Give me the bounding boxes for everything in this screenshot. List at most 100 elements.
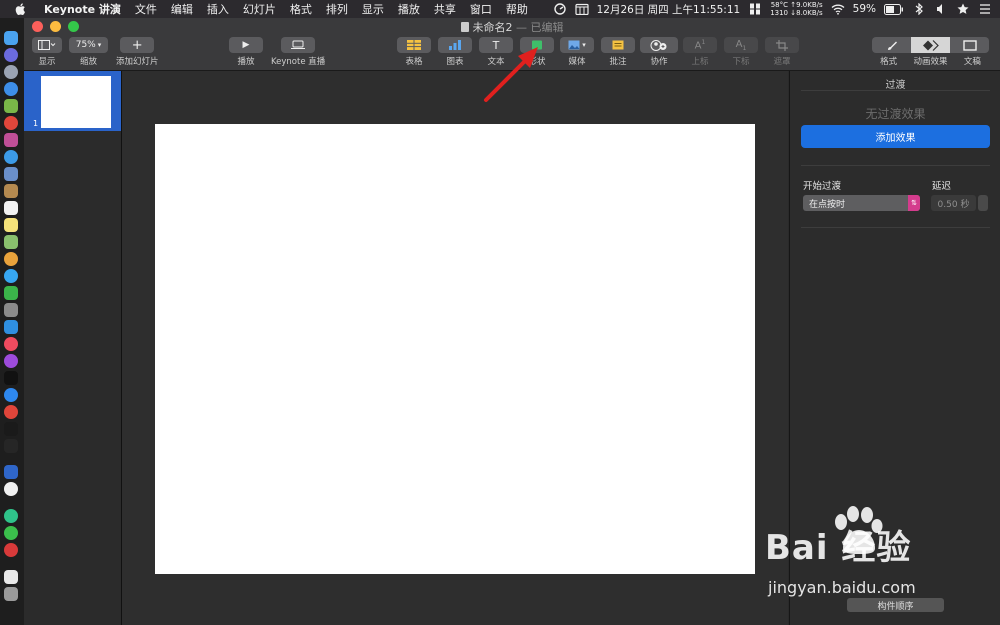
dock-app-chrome[interactable] (4, 116, 18, 130)
zoom-tool[interactable]: 75% ▾ 缩放 (69, 37, 108, 67)
dock-app-vpn[interactable] (4, 465, 18, 479)
dock-app-launchpad[interactable] (4, 65, 18, 79)
dock-app-podcasts[interactable] (4, 354, 18, 368)
volume-icon[interactable] (934, 3, 948, 15)
dock-app-keynote[interactable] (4, 320, 18, 334)
delay-field[interactable]: 0.50 秒 (931, 195, 976, 211)
menu-insert[interactable]: 插入 (207, 1, 229, 17)
collaborate-button[interactable] (640, 37, 678, 53)
start-transition-select[interactable]: 在点按时 ⇅ (803, 195, 920, 211)
apple-logo-icon[interactable] (14, 2, 28, 16)
menu-format[interactable]: 格式 (290, 1, 312, 17)
dock-app-music[interactable] (4, 337, 18, 351)
dock-app-terminal[interactable] (4, 422, 18, 436)
slide-canvas (122, 71, 788, 625)
dock-app-maps[interactable] (4, 235, 18, 249)
dock-app-notes[interactable] (4, 218, 18, 232)
battery-icon[interactable] (884, 3, 904, 15)
media-label: 媒体 (568, 57, 586, 67)
dock-app-qqmusic[interactable] (4, 509, 18, 523)
document-name: 未命名2 (472, 21, 513, 34)
add-effect-button[interactable]: 添加效果 (801, 125, 990, 148)
clock-datetime[interactable]: 12月26日 周四 上午11:55:11 (597, 2, 741, 17)
menu-view[interactable]: 显示 (362, 1, 384, 17)
zoom-select[interactable]: 75% ▾ (69, 37, 108, 53)
dock-app-wechat[interactable] (4, 526, 18, 540)
chart-button[interactable] (438, 37, 472, 53)
dock-app-notes-brown[interactable] (4, 184, 18, 198)
table-button[interactable] (397, 37, 431, 53)
menu-edit[interactable]: 编辑 (171, 1, 193, 17)
grid-icon[interactable] (748, 3, 762, 15)
media-button[interactable]: ▾ (560, 37, 594, 53)
calendar-icon[interactable] (575, 3, 589, 15)
dock-app-finder[interactable] (4, 31, 18, 45)
menu-play[interactable]: 播放 (398, 1, 420, 17)
dock-app-photos[interactable] (4, 252, 18, 266)
dock-app-preview[interactable] (4, 167, 18, 181)
menu-app-name[interactable]: Keynote 讲演 (44, 1, 121, 17)
dock-app-document[interactable] (4, 570, 18, 584)
tab-animate[interactable] (911, 37, 950, 53)
dock-app-activity[interactable] (4, 439, 18, 453)
mask-button[interactable] (765, 37, 799, 53)
dock-app-android[interactable] (4, 99, 18, 113)
menu-arrange[interactable]: 排列 (326, 1, 348, 17)
bluetooth-icon[interactable] (912, 3, 926, 15)
dock-app-messages[interactable] (4, 269, 18, 283)
dock-app-safari[interactable] (4, 82, 18, 96)
menu-share[interactable]: 共享 (434, 1, 456, 17)
comment-tool[interactable]: 批注 (601, 37, 635, 67)
live-tool[interactable]: Keynote 直播 (271, 37, 325, 67)
battery-percent[interactable]: 59% (853, 3, 876, 15)
slide-thumbnail-selected[interactable]: 1 (24, 71, 121, 131)
menu-help[interactable]: 帮助 (506, 1, 528, 17)
dock-app-appstore[interactable] (4, 388, 18, 402)
superscript-tool[interactable]: A1 上标 (683, 37, 717, 67)
subscript-button[interactable]: A1 (724, 37, 758, 53)
system-stats[interactable]: 58°C ↑9.0KB/s 1310 ↓8.0KB/s (770, 1, 822, 17)
star-icon[interactable] (956, 3, 970, 15)
paintbrush-icon (887, 41, 897, 50)
table-label: 表格 (405, 57, 423, 67)
chart-tool[interactable]: 图表 (438, 37, 472, 67)
wifi-icon[interactable] (831, 3, 845, 15)
menu-slide[interactable]: 幻灯片 (243, 1, 276, 17)
dock-app-vivaldi[interactable] (4, 405, 18, 419)
dock-app-facetime[interactable] (4, 286, 18, 300)
menu-window[interactable]: 窗口 (470, 1, 492, 17)
tab-format[interactable] (872, 37, 911, 53)
dock-app-disk[interactable] (4, 133, 18, 147)
play-button[interactable]: ▶ (229, 37, 263, 53)
media-tool[interactable]: ▾ 媒体 (560, 37, 594, 67)
view-tool[interactable]: 显示 (32, 37, 62, 67)
delay-stepper[interactable] (978, 195, 988, 211)
menu-bar: Keynote 讲演 文件 编辑 插入 幻灯片 格式 排列 显示 播放 共享 窗… (0, 0, 1000, 18)
table-tool[interactable]: 表格 (397, 37, 431, 67)
dock-app-netease[interactable] (4, 543, 18, 557)
view-button[interactable] (32, 37, 62, 53)
dock-app-calendar[interactable] (4, 201, 18, 215)
slide-thumbnail[interactable] (41, 76, 111, 128)
comment-button[interactable] (601, 37, 635, 53)
dock-app-qq[interactable] (4, 150, 18, 164)
dock-app-settings[interactable] (4, 303, 18, 317)
dock-app-yandex[interactable] (4, 482, 18, 496)
control-center-icon[interactable] (978, 3, 992, 15)
keynote-live-button[interactable] (281, 37, 316, 53)
menu-file[interactable]: 文件 (135, 1, 157, 17)
dock-app-tv[interactable] (4, 371, 18, 385)
superscript-button[interactable]: A1 (683, 37, 717, 53)
add-slide-button[interactable]: + (120, 37, 155, 53)
dock-app-siri[interactable] (4, 48, 18, 62)
net-up: ↑9.0KB/s (790, 1, 823, 9)
mask-tool[interactable]: 遮罩 (765, 37, 799, 67)
play-tool[interactable]: ▶ 播放 (229, 37, 263, 67)
add-slide-tool[interactable]: + 添加幻灯片 (116, 37, 159, 67)
subscript-tool[interactable]: A1 下标 (724, 37, 758, 67)
tab-document[interactable] (950, 37, 989, 53)
collaborate-tool[interactable]: 协作 (640, 37, 678, 67)
dock-app-trash[interactable] (4, 587, 18, 601)
slide[interactable] (155, 124, 755, 574)
timer-icon[interactable] (553, 3, 567, 15)
